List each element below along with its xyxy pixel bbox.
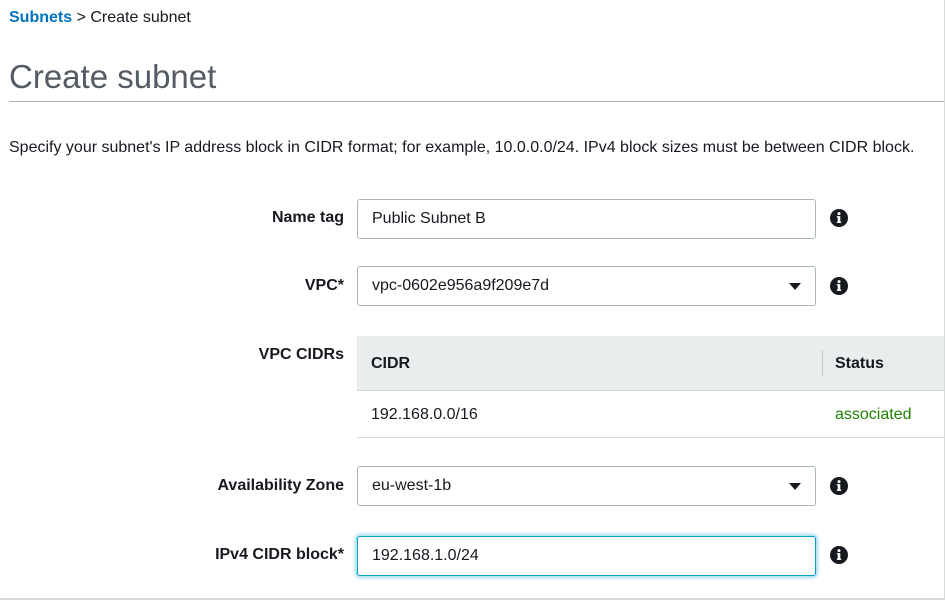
breadcrumb-link-subnets[interactable]: Subnets xyxy=(9,9,72,26)
name-tag-label: Name tag xyxy=(271,209,344,226)
table-row-divider xyxy=(357,437,945,438)
info-icon[interactable] xyxy=(829,276,849,296)
breadcrumb: Subnets > Create subnet xyxy=(9,9,191,27)
vpc-select[interactable]: vpc-0602e956a9f209e7d xyxy=(357,266,816,306)
cidr-table-header: CIDR Status xyxy=(357,336,945,391)
title-divider xyxy=(9,101,945,102)
chevron-down-icon xyxy=(789,283,801,290)
column-header-cidr: CIDR xyxy=(371,355,411,372)
name-tag-input[interactable] xyxy=(357,199,816,239)
availability-zone-label: Availability Zone xyxy=(217,477,344,494)
column-header-status: Status xyxy=(835,355,884,372)
page-description: Specify your subnet's IP address block i… xyxy=(9,139,915,156)
vpc-select-value: vpc-0602e956a9f209e7d xyxy=(372,277,550,294)
info-icon[interactable] xyxy=(829,208,849,228)
breadcrumb-separator: > xyxy=(72,9,91,26)
availability-zone-value: eu-west-1b xyxy=(372,477,452,494)
availability-zone-select[interactable]: eu-west-1b xyxy=(357,466,816,506)
page-title: Create subnet xyxy=(9,58,217,95)
column-divider xyxy=(822,350,823,376)
status-cell: associated xyxy=(835,406,912,423)
chevron-down-icon xyxy=(789,483,801,490)
vpc-label: VPC* xyxy=(304,277,344,294)
ipv4-cidr-label: IPv4 CIDR block* xyxy=(215,546,344,563)
info-icon[interactable] xyxy=(829,545,849,565)
cidr-cell: 192.168.0.0/16 xyxy=(371,406,478,423)
ipv4-cidr-input[interactable] xyxy=(357,536,816,576)
breadcrumb-current: Create subnet xyxy=(90,9,191,26)
vpc-cidrs-label: VPC CIDRs xyxy=(258,346,344,363)
info-icon[interactable] xyxy=(829,476,849,496)
